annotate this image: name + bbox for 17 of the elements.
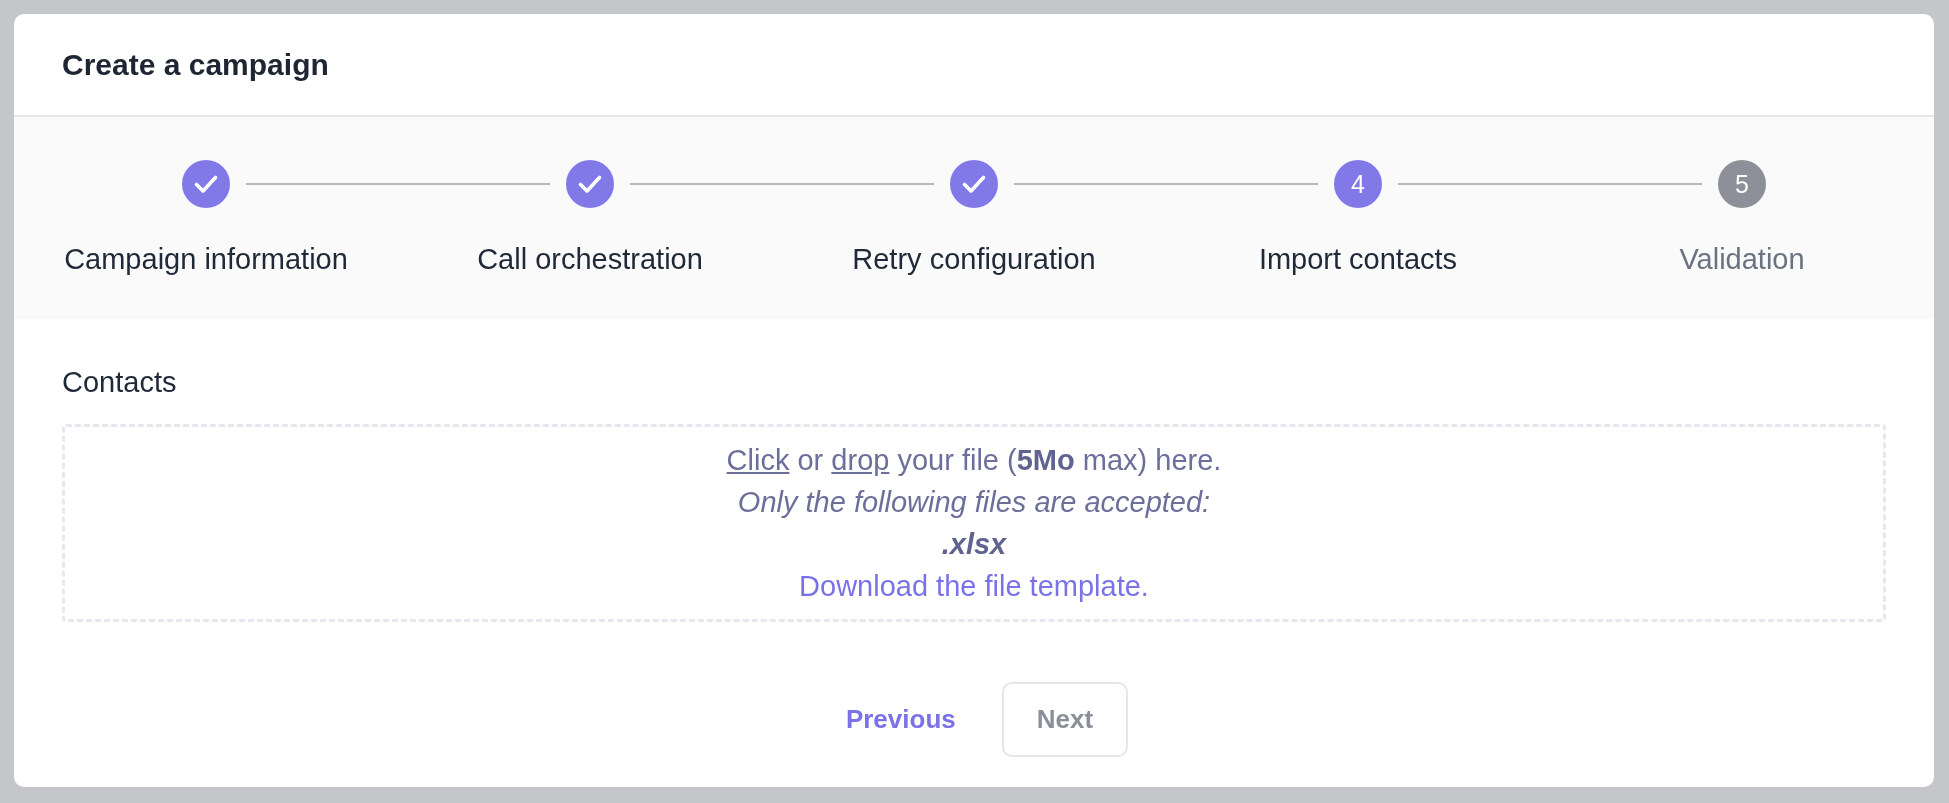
upload-link[interactable]: Click [726, 444, 790, 476]
previous-button[interactable]: Previous [819, 682, 982, 757]
download-template-link[interactable]: Download the file template. [799, 565, 1149, 607]
field-label: Contacts [62, 365, 177, 400]
step-label: Retry configuration [852, 242, 1096, 277]
upload-prompt: Click or drop your file (5Mo max) here. [726, 443, 1222, 478]
step-label: Call orchestration [477, 242, 703, 277]
step-label: Validation [1679, 242, 1805, 277]
step-label: Campaign information [64, 242, 348, 277]
accepted-files-note: Only the following files are accepted: [737, 485, 1211, 520]
file-format: .xlsx [941, 527, 1007, 562]
step-number: 5 [1718, 160, 1766, 208]
step-label: Import contacts [1258, 242, 1458, 277]
dialog-title: Create a campaign [62, 46, 329, 83]
file-drop-zone[interactable]: Click or drop your file (5Mo max) here. Only the following files are accepted: .xlsx Download the file template. [62, 424, 1886, 622]
step-number: 4 [1334, 160, 1382, 208]
upload-link[interactable]: drop [831, 444, 890, 476]
